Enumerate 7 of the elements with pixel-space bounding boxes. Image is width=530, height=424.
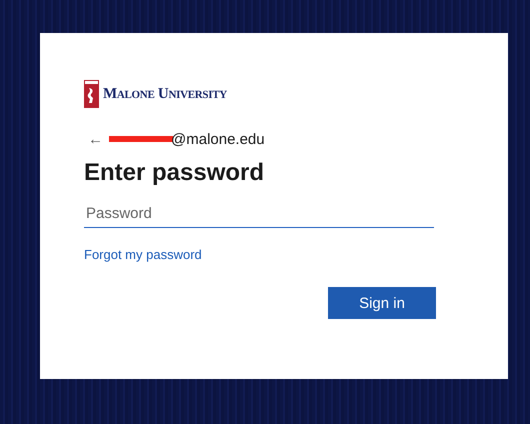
forgot-password-link[interactable]: Forgot my password	[84, 247, 202, 262]
logo-icon	[84, 80, 99, 108]
logo-text: Malone University	[103, 86, 227, 102]
account-email: @malone.edu	[171, 130, 265, 148]
page-title: Enter password	[84, 159, 266, 187]
sign-in-button[interactable]: Sign in	[328, 287, 436, 319]
back-button[interactable]: ←	[84, 130, 109, 148]
